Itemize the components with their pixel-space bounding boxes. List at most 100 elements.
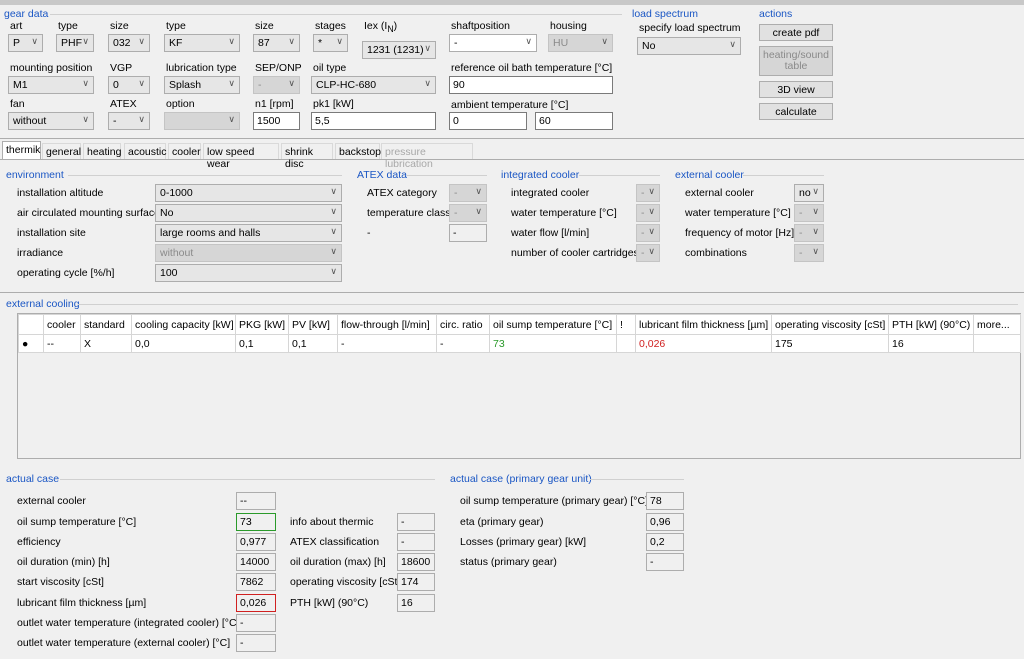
vgp-label: VGP — [110, 62, 133, 74]
tab-low-speed-wear[interactable]: low speed wear — [203, 143, 279, 170]
table-cell: 0,0 — [131, 334, 236, 353]
field-select[interactable]: - ∨ — [636, 204, 660, 222]
type1-select[interactable]: PHF ∨ — [56, 34, 94, 52]
atex-select[interactable]: - ∨ — [108, 112, 150, 130]
ambient-max-input[interactable]: 60 — [535, 112, 613, 130]
field-select[interactable]: - ∨ — [449, 184, 487, 202]
column-header[interactable]: ! — [616, 314, 636, 335]
chevron-down-icon: ∨ — [648, 186, 655, 196]
3d-view-button[interactable]: 3D view — [759, 81, 833, 98]
column-header[interactable]: PKG [kW] — [235, 314, 289, 335]
art-select[interactable]: P ∨ — [8, 34, 43, 52]
iex-select[interactable]: 1231 (1231) ∨ — [362, 41, 436, 59]
column-header[interactable]: PTH [kW] (90°C) — [888, 314, 974, 335]
table-cell: 0,026 — [635, 334, 772, 353]
column-header[interactable]: operating viscosity [cSt] — [771, 314, 889, 335]
chevron-down-icon: ∨ — [475, 206, 482, 216]
field-select[interactable]: no ∨ — [794, 184, 824, 202]
lubrication-type-select[interactable]: Splash ∨ — [164, 76, 240, 94]
ref-oil-temp-input[interactable]: 90 — [449, 76, 613, 94]
column-header[interactable]: cooler — [43, 314, 81, 335]
load-spectrum-select[interactable]: No ∨ — [637, 37, 741, 55]
column-header[interactable]: standard — [80, 314, 132, 335]
field-select[interactable]: 0-1000 ∨ — [155, 184, 342, 202]
column-header[interactable]: circ. ratio — [436, 314, 490, 335]
type2-select[interactable]: KF ∨ — [164, 34, 240, 52]
size1-select[interactable]: 032 ∨ — [108, 34, 150, 52]
tab-acoustic[interactable]: acoustic — [124, 143, 167, 159]
table-cell: 16 — [888, 334, 974, 353]
result-label: lubricant film thickness [µm] — [17, 597, 147, 609]
field-select[interactable]: - ∨ — [636, 244, 660, 262]
option-select[interactable]: ∨ — [164, 112, 240, 130]
column-header[interactable]: more... — [973, 314, 1021, 335]
result-label: efficiency — [17, 536, 61, 548]
field-select[interactable]: - ∨ — [794, 224, 824, 242]
chevron-down-icon: ∨ — [330, 206, 337, 216]
table-row[interactable]: ● -- X 0,0 0,1 0,1- -73 0,026 175 16 — [18, 334, 1021, 353]
vgp-select[interactable]: 0 ∨ — [108, 76, 150, 94]
result-value: 0,977 — [236, 533, 276, 551]
chevron-down-icon: ∨ — [424, 43, 431, 53]
field-select[interactable]: without ∨ — [155, 244, 342, 262]
ambient-min-input[interactable]: 0 — [449, 112, 527, 130]
column-header[interactable]: PV [kW] — [288, 314, 338, 335]
stages-select[interactable]: * ∨ — [313, 34, 348, 52]
column-header[interactable]: lubricant film thickness [µm] — [635, 314, 772, 335]
divider — [743, 175, 824, 176]
field-select[interactable]: - ∨ — [794, 204, 824, 222]
result-label: PTH [kW] (90°C) — [290, 597, 369, 609]
tab-cooler[interactable]: cooler — [168, 143, 201, 159]
table-cell: - — [337, 334, 437, 353]
integrated-cooler-title: integrated cooler — [501, 169, 580, 181]
column-header[interactable]: flow-through [l/min] — [337, 314, 437, 335]
field-select-value: - — [641, 227, 645, 239]
field-select[interactable]: 100 ∨ — [155, 264, 342, 282]
result-label: start viscosity [cSt] — [17, 576, 104, 588]
field-select[interactable]: No ∨ — [155, 204, 342, 222]
stages-label: stages — [315, 20, 346, 32]
tab-heating[interactable]: heating — [83, 143, 121, 159]
iex-select-value: 1231 (1231) — [367, 44, 424, 56]
heating-sound-table-button[interactable]: heating/sound table — [759, 46, 833, 76]
divider — [0, 138, 1024, 139]
shaftposition-select-value: - — [454, 37, 458, 49]
column-header[interactable] — [18, 314, 44, 335]
field-select-value: 100 — [160, 267, 178, 279]
divider — [68, 175, 342, 176]
tab-pressure-lubrication[interactable]: pressure lubrication — [381, 143, 473, 170]
pk1-input[interactable]: 5,5 — [311, 112, 436, 130]
tab-thermik[interactable]: thermik — [2, 141, 41, 159]
field-label: water temperature [°C] — [685, 207, 791, 219]
column-header[interactable]: cooling capacity [kW] — [131, 314, 236, 335]
field-select[interactable]: - ∨ — [636, 184, 660, 202]
option-label: option — [166, 98, 195, 110]
create-pdf-button[interactable]: create pdf — [759, 24, 833, 41]
calculate-button[interactable]: calculate — [759, 103, 833, 120]
n1-input[interactable]: 1500 — [253, 112, 300, 130]
result-label: oil duration (max) [h] — [290, 556, 386, 568]
shaftposition-select[interactable]: - ∨ — [449, 34, 537, 52]
tab-backstop[interactable]: backstop — [335, 143, 381, 159]
row-radio[interactable]: ● — [18, 334, 44, 353]
field-select[interactable]: - ∨ — [794, 244, 824, 262]
environment-title: environment — [6, 169, 64, 181]
oil-type-select[interactable]: CLP-HC-680 ∨ — [311, 76, 436, 94]
size2-select[interactable]: 87 ∨ — [253, 34, 300, 52]
field-select[interactable]: large rooms and halls ∨ — [155, 224, 342, 242]
housing-select[interactable]: HU ∨ — [548, 34, 613, 52]
fan-select[interactable]: without ∨ — [8, 112, 94, 130]
field-select[interactable]: - ∨ — [449, 204, 487, 222]
load-spectrum-label: specify load spectrum — [639, 22, 741, 34]
sep-onp-select[interactable]: - ∨ — [253, 76, 300, 94]
field-select-value: - — [454, 187, 458, 199]
result-value: 78 — [646, 492, 684, 510]
result-label: oil sump temperature (primary gear) [°C] — [460, 495, 649, 507]
tab-general[interactable]: general — [42, 143, 81, 159]
column-header[interactable]: oil sump temperature [°C] — [489, 314, 617, 335]
tab-shrink-disc[interactable]: shrink disc — [281, 143, 333, 170]
field-label: ATEX category — [367, 187, 437, 199]
result-value: 0,96 — [646, 513, 684, 531]
mounting-position-select[interactable]: M1 ∨ — [8, 76, 94, 94]
field-select[interactable]: - ∨ — [636, 224, 660, 242]
